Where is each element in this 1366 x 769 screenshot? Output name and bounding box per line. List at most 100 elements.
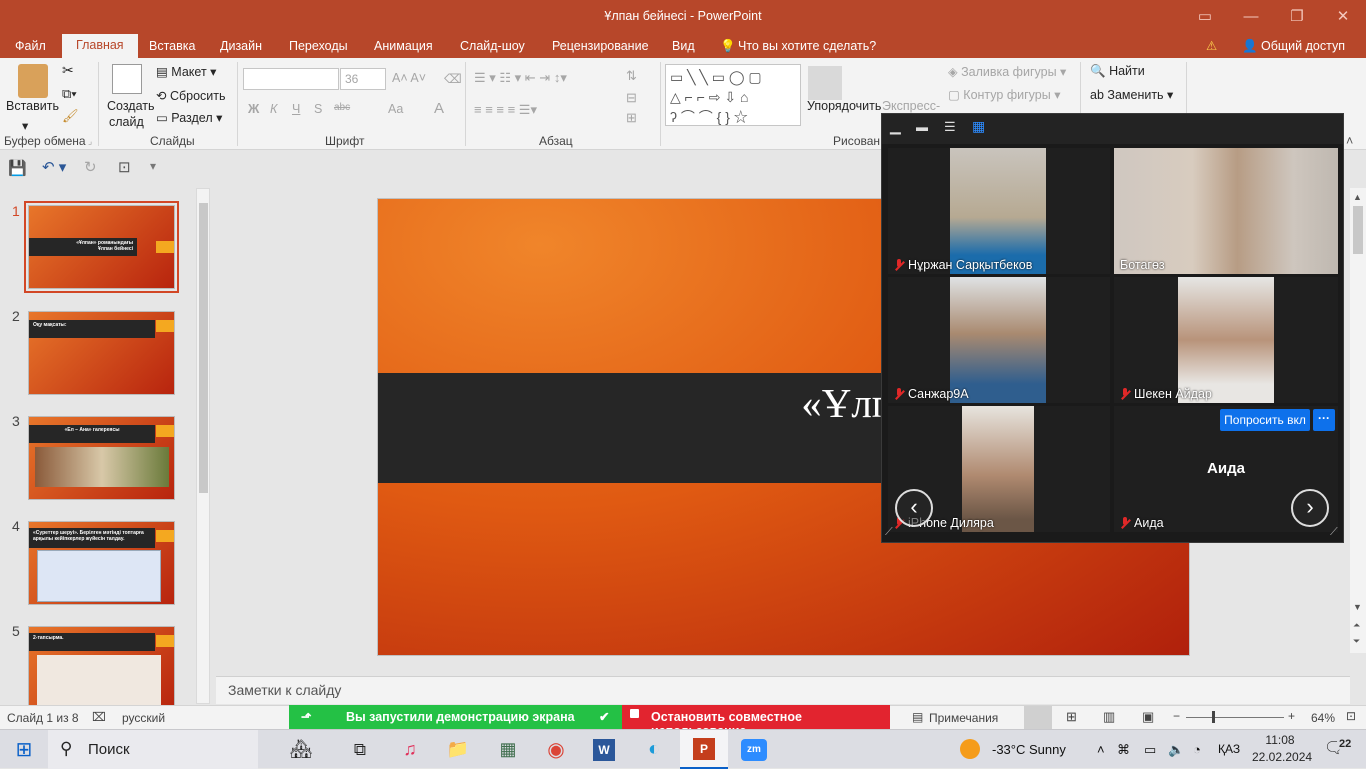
file-explorer-icon[interactable]: 📁	[434, 730, 482, 769]
reading-view-icon[interactable]: ▥	[1103, 709, 1115, 725]
layout-button[interactable]: ▤ Макет ▾	[156, 64, 216, 79]
underline-button[interactable]: Ч	[292, 102, 300, 116]
notes-pane[interactable]: Заметки к слайду	[216, 676, 1350, 704]
wifi-icon[interactable]: ◔	[1193, 730, 1201, 769]
zoom-gallery-window[interactable]: ▁ ▬ ☰ ▦ Нұржан Сарқытбеков Ботагөз Санжа…	[881, 113, 1344, 543]
strip-view-icon[interactable]: ☰	[944, 119, 956, 135]
shape-outline-button[interactable]: ▢ Контур фигуры ▾	[948, 87, 1060, 102]
undo-icon[interactable]: ↶ ▾	[42, 158, 66, 176]
tab-insert[interactable]: Вставка	[149, 38, 195, 58]
fit-slide-icon[interactable]: ⊡	[1346, 709, 1356, 723]
scroll-down-icon[interactable]: ▼	[1353, 602, 1362, 612]
next-slide-icon[interactable]: ⏷	[1353, 636, 1360, 647]
participant-tile[interactable]: Шекен Айдар	[1114, 277, 1338, 403]
new-slide-label-2[interactable]: слайд	[109, 115, 144, 129]
tab-review[interactable]: Рецензирование	[552, 38, 649, 58]
prev-slide-icon[interactable]: ⏶	[1353, 620, 1360, 631]
calculator-icon[interactable]: ▦	[484, 730, 532, 769]
participant-tile[interactable]: Санжар9А	[888, 277, 1110, 403]
slide-scrollbar[interactable]: ▲ ▼ ⏶ ⏷	[1350, 188, 1366, 653]
shapes-gallery[interactable]: ▭ ╲ ╲ ▭ ◯ ▢ △ ⌐ ⌐ ⇨ ⇩ ⌂ ʔ ⌒ ⌒ { } ☆	[665, 64, 801, 126]
powerpoint-icon[interactable]: P	[680, 730, 728, 769]
slide-thumbnail-3[interactable]: «Ел – Ана» галереясы	[28, 416, 175, 500]
grow-font-icon[interactable]: A˄ A˅	[392, 71, 426, 85]
bullets-icon[interactable]: ☰ ▾ ☷ ▾ ⇤ ⇥ ↕▾	[474, 70, 567, 86]
shadow-button[interactable]: S	[314, 102, 322, 116]
tab-slideshow[interactable]: Слайд-шоу	[460, 38, 525, 58]
tab-file[interactable]: Файл	[15, 38, 46, 58]
paste-icon[interactable]	[18, 64, 48, 98]
edge-icon[interactable]: ◐	[630, 730, 678, 769]
align-icons[interactable]: ≡ ≡ ≡ ≡ ☰▾	[474, 102, 537, 118]
ribbon-display-icon[interactable]: ▭	[1182, 0, 1228, 32]
italic-button[interactable]: К	[270, 102, 277, 116]
normal-view-icon[interactable]	[1024, 706, 1052, 729]
customize-qat-icon[interactable]: ▾	[150, 159, 156, 173]
slideshow-view-icon[interactable]: ▣	[1142, 709, 1154, 725]
font-color-button[interactable]: A	[434, 100, 444, 117]
windows-start-icon[interactable]: ⊞	[0, 730, 48, 769]
battery-icon[interactable]: ▭	[1144, 730, 1156, 769]
new-slide-label-1[interactable]: Создать	[107, 99, 155, 113]
stop-share-button[interactable]: Остановить совместное использование	[622, 705, 890, 738]
close-button[interactable]: ✕	[1320, 0, 1366, 32]
speaker-view-icon[interactable]: ▬	[916, 120, 928, 134]
slide-sorter-icon[interactable]: ⊞	[1066, 709, 1077, 725]
clear-format-icon[interactable]: ⌫	[444, 71, 462, 86]
start-slideshow-icon[interactable]: ⊡	[118, 158, 131, 176]
arrange-icon[interactable]	[808, 66, 842, 100]
bold-button[interactable]: Ж	[248, 102, 259, 116]
zoom-app-icon[interactable]: zm	[730, 730, 778, 769]
scroll-up-icon[interactable]: ▲	[1353, 192, 1362, 202]
slide-counter[interactable]: Слайд 1 из 8	[7, 711, 79, 725]
tab-view[interactable]: Вид	[672, 38, 695, 58]
resize-handle-icon[interactable]: ⟋	[1330, 526, 1338, 539]
volume-icon[interactable]: 🔈	[1168, 730, 1184, 769]
word-icon[interactable]: W	[580, 730, 628, 769]
search-highlight-icon[interactable]: 🏘	[266, 730, 336, 769]
task-view-icon[interactable]: ⧉	[336, 730, 384, 769]
clock[interactable]: 11:08 22.02.2024	[1252, 732, 1312, 766]
comments-button[interactable]: Примечания	[929, 711, 998, 725]
minimize-icon[interactable]: ▁	[890, 118, 901, 135]
reset-button[interactable]: ⟲ Сбросить	[156, 88, 226, 103]
slide-thumbnail-5[interactable]: 2-тапсырма.	[28, 626, 175, 710]
redo-icon[interactable]: ↻	[84, 158, 97, 176]
show-hidden-icons-icon[interactable]: ˄	[1097, 730, 1105, 769]
itunes-icon[interactable]: ♫	[386, 730, 434, 769]
smartart-icon[interactable]: ⊞	[626, 110, 637, 126]
network-adapter-icon[interactable]: ⌘	[1117, 730, 1130, 769]
weather-sun-icon[interactable]	[960, 739, 980, 759]
copy-icon[interactable]: ⧉▾	[62, 86, 77, 102]
tab-animation[interactable]: Анимация	[374, 38, 433, 58]
slide-thumbnail-4[interactable]: «Суреттер шеруі». Берілген мәтінді топта…	[28, 521, 175, 605]
align-text-icon[interactable]: ⊟	[626, 90, 637, 106]
participant-tile[interactable]: Ботагөз	[1114, 148, 1338, 274]
resize-handle-icon[interactable]: ⟋	[885, 526, 893, 539]
zoom-slider[interactable]	[1186, 717, 1284, 718]
zoom-slider-thumb[interactable]	[1212, 711, 1215, 723]
minimize-button[interactable]: —	[1228, 0, 1274, 32]
font-size-input[interactable]: 36	[340, 68, 386, 90]
font-name-input[interactable]	[243, 68, 339, 90]
scrollbar-thumb[interactable]	[199, 203, 208, 493]
collapse-ribbon-icon[interactable]: ˄	[1346, 134, 1353, 148]
zoom-in-icon[interactable]: +	[1288, 709, 1295, 723]
arrange-button[interactable]: Упорядочить	[807, 99, 881, 113]
shape-fill-button[interactable]: ◈ Заливка фигуры ▾	[948, 64, 1066, 79]
quick-styles-button[interactable]: Экспресс-	[882, 99, 940, 113]
section-button[interactable]: ▭ Раздел ▾	[156, 110, 222, 125]
cut-icon[interactable]: ✂	[62, 62, 74, 79]
tab-design[interactable]: Дизайн	[220, 38, 262, 58]
slide-thumbnail-1[interactable]: «Ұлпан» романындағы Ұлпан бейнесі	[24, 201, 179, 293]
prev-page-icon[interactable]: ‹	[895, 489, 933, 527]
new-slide-icon[interactable]	[112, 64, 142, 94]
zoom-level[interactable]: 64%	[1311, 711, 1335, 725]
change-case-button[interactable]: Aa	[388, 102, 403, 116]
input-language[interactable]: ҚАЗ	[1218, 730, 1240, 769]
scrollbar-thumb[interactable]	[1353, 206, 1363, 254]
format-painter-icon[interactable]: 🖌	[62, 108, 79, 124]
share-button[interactable]: Общий доступ	[1261, 38, 1345, 58]
find-button[interactable]: 🔍 Найти	[1090, 64, 1145, 79]
restore-button[interactable]: ❐	[1274, 0, 1320, 32]
